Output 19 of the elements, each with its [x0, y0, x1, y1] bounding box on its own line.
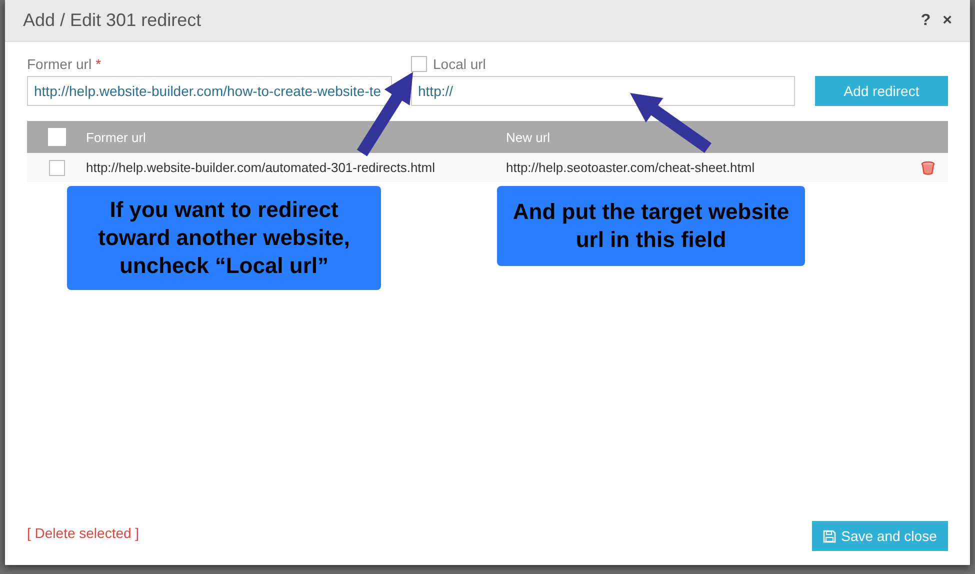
select-all-checkbox[interactable]: [48, 128, 66, 146]
column-header: New url: [506, 130, 550, 144]
local-url-checkbox[interactable]: [411, 56, 427, 72]
row-checkbox[interactable]: [48, 160, 64, 176]
new-url-field[interactable]: http://: [411, 76, 795, 106]
dialog-title: Add / Edit 301 redirect: [23, 10, 202, 31]
checkbox-label: Local url: [433, 56, 486, 72]
column-header: Former url: [86, 130, 146, 144]
callout-note: If you want to redirect toward another website, uncheck “Local url”: [67, 186, 381, 290]
table-cell: http://help.website-builder.com/automated-301-redirects.html: [86, 160, 436, 175]
former-url-field[interactable]: http://help.website-builder.com/how-to-create-website-te: [27, 76, 392, 106]
trash-icon[interactable]: [921, 160, 935, 174]
help-button[interactable]: ?: [920, 12, 931, 30]
delete-selected-link[interactable]: [ Delete selected ]: [27, 525, 140, 541]
close-button[interactable]: ×: [942, 12, 952, 30]
table-cell: http://help.seotoaster.com/cheat-sheet.html: [506, 160, 755, 175]
required-mark: *: [96, 56, 102, 72]
callout-note: And put the target website url in this field: [497, 186, 805, 266]
field-label: Former url: [27, 56, 92, 72]
